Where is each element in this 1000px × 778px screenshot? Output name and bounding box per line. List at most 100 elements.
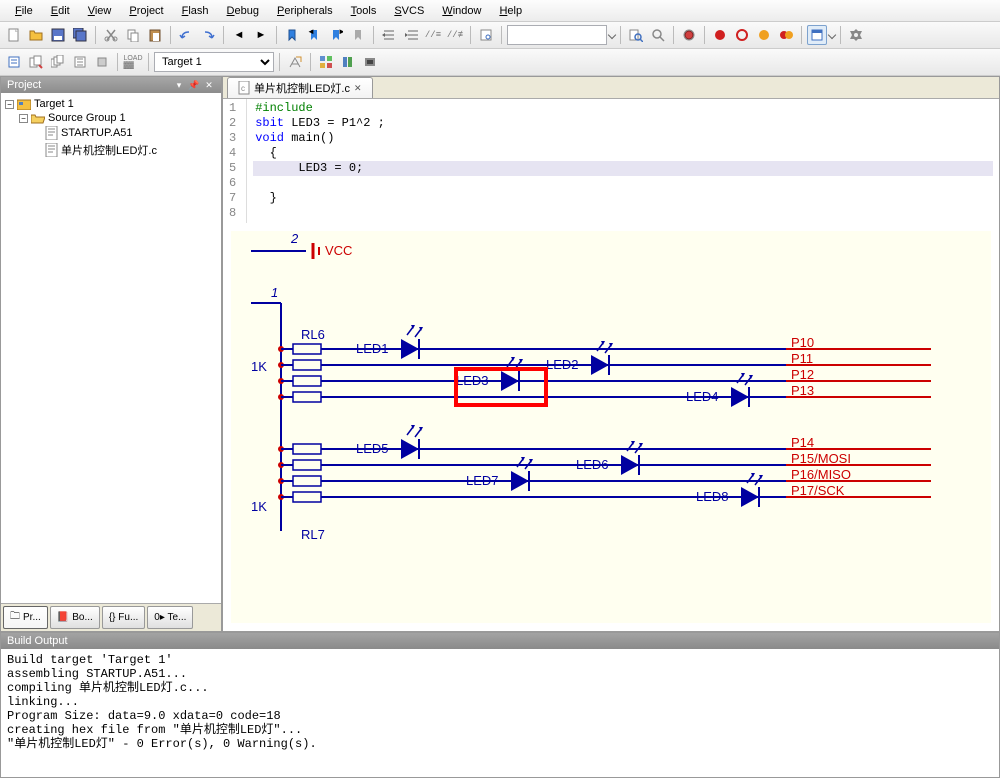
menu-flash[interactable]: Flash bbox=[173, 3, 218, 19]
redo-icon[interactable] bbox=[198, 25, 218, 45]
dropdown-icon[interactable] bbox=[828, 31, 836, 39]
breakpoint-insert-icon[interactable] bbox=[710, 25, 730, 45]
breakpoint-disable-icon[interactable] bbox=[754, 25, 774, 45]
undo-icon[interactable] bbox=[176, 25, 196, 45]
breakpoint-enable-icon[interactable] bbox=[732, 25, 752, 45]
menu-peripherals[interactable]: Peripherals bbox=[268, 3, 342, 19]
toolbar-sep bbox=[148, 53, 149, 71]
menu-view[interactable]: View bbox=[79, 3, 121, 19]
tree-file-node[interactable]: STARTUP.A51 bbox=[5, 125, 217, 141]
tab-functions[interactable]: {} Fu... bbox=[102, 606, 145, 629]
toolbar-sep bbox=[279, 53, 280, 71]
schematic-view[interactable]: 2 VCC 1 1K RL6 bbox=[231, 231, 991, 623]
main-content: Project ▾ 📌 ✕ − Target 1 − Source Group … bbox=[0, 76, 1000, 632]
bookmark-clear-icon[interactable] bbox=[348, 25, 368, 45]
paste-icon[interactable] bbox=[145, 25, 165, 45]
open-file-icon[interactable] bbox=[26, 25, 46, 45]
build-output-text[interactable]: Build target 'Target 1'assembling STARTU… bbox=[1, 649, 999, 777]
toolbar-sep bbox=[373, 26, 374, 44]
tab-templates[interactable]: 0▸ Te... bbox=[147, 606, 193, 629]
collapse-icon[interactable]: − bbox=[5, 100, 14, 109]
save-all-icon[interactable] bbox=[70, 25, 90, 45]
tree-file-node[interactable]: 单片机控制LED灯.c bbox=[5, 141, 217, 159]
menu-help[interactable]: Help bbox=[490, 3, 531, 19]
tab-project[interactable]: 🗀Pr... bbox=[3, 606, 48, 629]
manage-icon[interactable] bbox=[316, 52, 336, 72]
indent-icon[interactable] bbox=[379, 25, 399, 45]
breakpoint-kill-icon[interactable] bbox=[776, 25, 796, 45]
menu-debug[interactable]: Debug bbox=[218, 3, 268, 19]
toolbar-sep bbox=[170, 26, 171, 44]
bookmark-prev-icon[interactable]: ◄ bbox=[304, 25, 324, 45]
svg-text:P16/MISO: P16/MISO bbox=[791, 467, 851, 482]
svg-text:P15/MOSI: P15/MOSI bbox=[791, 451, 851, 466]
menu-file[interactable]: File bbox=[6, 3, 42, 19]
batch-build-icon[interactable] bbox=[70, 52, 90, 72]
menu-svcs[interactable]: SVCS bbox=[385, 3, 433, 19]
svg-text:LED6: LED6 bbox=[576, 457, 609, 472]
window-icon[interactable] bbox=[807, 25, 827, 45]
panel-dropdown-icon[interactable]: ▾ bbox=[173, 79, 185, 91]
menu-edit[interactable]: Edit bbox=[42, 3, 79, 19]
menu-project[interactable]: Project bbox=[120, 3, 172, 19]
collapse-icon[interactable]: − bbox=[19, 114, 28, 123]
build-output-panel: Build Output Build target 'Target 1'asse… bbox=[0, 632, 1000, 778]
bookmark-next-icon[interactable]: ► bbox=[326, 25, 346, 45]
file-tab[interactable]: c 单片机控制LED灯.c ✕ bbox=[227, 77, 373, 98]
stop-build-icon[interactable] bbox=[92, 52, 112, 72]
find-input[interactable] bbox=[507, 25, 607, 45]
find-icon[interactable] bbox=[476, 25, 496, 45]
code-text[interactable]: #include sbit LED3 = P1^2 ;void main() {… bbox=[247, 99, 999, 223]
find-in-files-icon[interactable] bbox=[626, 25, 646, 45]
nav-fwd-icon[interactable]: ► bbox=[251, 25, 271, 45]
cut-icon[interactable] bbox=[101, 25, 121, 45]
toolbar-sep bbox=[501, 26, 502, 44]
menu-tools[interactable]: Tools bbox=[342, 3, 386, 19]
dropdown-icon[interactable] bbox=[608, 31, 616, 39]
asm-file-icon bbox=[45, 126, 58, 140]
tab-books[interactable]: 📕Bo... bbox=[50, 606, 100, 629]
toolbar-sep bbox=[704, 26, 705, 44]
svg-text:1K: 1K bbox=[251, 499, 267, 514]
svg-text:LED2: LED2 bbox=[546, 357, 579, 372]
new-file-icon[interactable] bbox=[4, 25, 24, 45]
file-tab-bar: c 单片机控制LED灯.c ✕ bbox=[223, 77, 999, 99]
comment-icon[interactable]: //≡ bbox=[423, 25, 443, 45]
menu-window[interactable]: Window bbox=[433, 3, 490, 19]
tree-group-node[interactable]: − Source Group 1 bbox=[5, 111, 217, 125]
download-icon[interactable]: LOAD▓▓ bbox=[123, 52, 143, 72]
toolbar-sep bbox=[223, 26, 224, 44]
svg-text:P10: P10 bbox=[791, 335, 814, 350]
tree-label: STARTUP.A51 bbox=[61, 127, 133, 139]
close-tab-icon[interactable]: ✕ bbox=[354, 83, 362, 94]
tree-target-node[interactable]: − Target 1 bbox=[5, 97, 217, 111]
panel-close-icon[interactable]: ✕ bbox=[203, 79, 215, 91]
incremental-find-icon[interactable] bbox=[648, 25, 668, 45]
manage-comp-icon[interactable] bbox=[360, 52, 380, 72]
svg-text:LED1: LED1 bbox=[356, 341, 389, 356]
copy-icon[interactable] bbox=[123, 25, 143, 45]
uncomment-icon[interactable]: //≢ bbox=[445, 25, 465, 45]
project-panel-header: Project ▾ 📌 ✕ bbox=[1, 77, 221, 93]
toolbar-sep bbox=[95, 26, 96, 44]
code-editor[interactable]: 12345678 #include sbit LED3 = P1^2 ;void… bbox=[223, 99, 999, 223]
toolbar-sep bbox=[801, 26, 802, 44]
svg-text:LED4: LED4 bbox=[686, 389, 719, 404]
target-combo[interactable]: Target 1 bbox=[154, 52, 274, 72]
save-icon[interactable] bbox=[48, 25, 68, 45]
manage-books-icon[interactable] bbox=[338, 52, 358, 72]
svg-text:LED7: LED7 bbox=[466, 473, 499, 488]
options-target-icon[interactable] bbox=[285, 52, 305, 72]
translate-icon[interactable] bbox=[4, 52, 24, 72]
project-tree[interactable]: − Target 1 − Source Group 1 STARTUP.A51 … bbox=[1, 93, 221, 603]
folder-open-icon bbox=[31, 112, 45, 124]
configure-icon[interactable] bbox=[846, 25, 866, 45]
rebuild-icon[interactable] bbox=[48, 52, 68, 72]
build-icon[interactable] bbox=[26, 52, 46, 72]
panel-pin-icon[interactable]: 📌 bbox=[188, 79, 200, 91]
menu-bar: FileEditViewProjectFlashDebugPeripherals… bbox=[0, 0, 1000, 22]
outdent-icon[interactable] bbox=[401, 25, 421, 45]
nav-back-icon[interactable]: ◄ bbox=[229, 25, 249, 45]
bookmark-icon[interactable] bbox=[282, 25, 302, 45]
debug-icon[interactable] bbox=[679, 25, 699, 45]
